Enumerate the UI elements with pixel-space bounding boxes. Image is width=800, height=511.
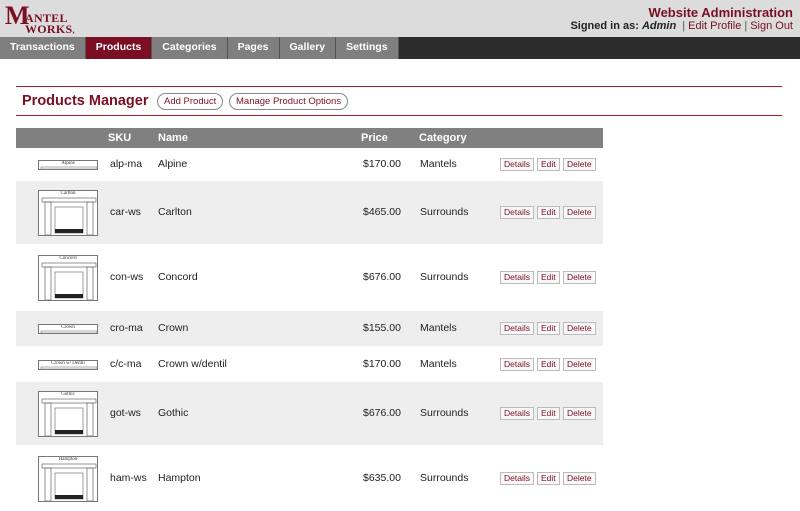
sign-out-link[interactable]: Sign Out [750, 20, 793, 32]
product-category: Surrounds [420, 472, 469, 484]
tab-settings[interactable]: Settings [336, 37, 399, 59]
site-admin-title: Website Administration [648, 5, 793, 20]
product-name: Carlton [158, 206, 192, 218]
mantel-shelf-drawing [40, 366, 97, 369]
separator: | [682, 20, 686, 32]
table-row: Hampton ham-ws Hampton $635.00 Surrounds Deta… [16, 447, 603, 511]
product-sku: ham-ws [110, 472, 147, 484]
product-category: Surrounds [420, 206, 469, 218]
delete-button[interactable]: Delete [563, 358, 596, 371]
product-name: Crown [158, 322, 189, 334]
delete-button[interactable]: Delete [563, 407, 596, 420]
fireplace-drawing [41, 398, 97, 436]
product-price: $676.00 [363, 271, 401, 283]
user-bar: Signed in as: Admin | Edit Profile | Sign O… [570, 20, 793, 32]
company-logo[interactable]: M ANTEL WORKS, L.L.C. [5, 3, 85, 50]
delete-button[interactable]: Delete [563, 472, 596, 485]
product-thumbnail[interactable]: Carlton [38, 190, 98, 236]
product-sku: alp-ma [110, 158, 143, 170]
details-button[interactable]: Details [500, 322, 534, 335]
column-header-name[interactable]: Name [158, 128, 188, 148]
table-row: Alpine alp-ma Alpine $170.00 Mantels Details E… [16, 149, 603, 180]
product-thumbnail[interactable]: Hampton [38, 456, 98, 502]
tab-products[interactable]: Products [85, 37, 153, 59]
fireplace-drawing [41, 463, 97, 501]
product-thumbnail[interactable]: Alpine [38, 160, 98, 170]
mantel-shelf-drawing [40, 330, 97, 333]
main-nav: Transactions Products Categories Pages G… [0, 37, 800, 59]
product-name: Hampton [158, 472, 201, 484]
product-name: Concord [158, 271, 198, 283]
top-header: M ANTEL WORKS, L.L.C. Website Administra… [0, 0, 800, 50]
tab-pages[interactable]: Pages [227, 37, 280, 59]
add-product-button[interactable]: Add Product [157, 93, 224, 110]
table-header: SKU Name Price Category [16, 128, 603, 148]
product-sku: cro-ma [110, 322, 143, 334]
product-name: Crown w/dentil [158, 358, 227, 370]
fireplace-drawing [41, 197, 97, 235]
product-sku: car-ws [110, 206, 141, 218]
edit-button[interactable]: Edit [537, 358, 560, 371]
product-category: Mantels [420, 158, 457, 170]
product-sku: c/c-ma [110, 358, 142, 370]
separator: | [744, 20, 748, 32]
product-category: Surrounds [420, 271, 469, 283]
edit-button[interactable]: Edit [537, 407, 560, 420]
table-row: Gothic got-ws Gothic $676.00 Surrounds Detail… [16, 382, 603, 446]
signed-in-label: Signed in as: [570, 20, 639, 32]
product-price: $635.00 [363, 472, 401, 484]
table-row: Crown cro-ma Crown $155.00 Mantels Details Edi… [16, 311, 603, 347]
product-price: $170.00 [363, 158, 401, 170]
delete-button[interactable]: Delete [563, 271, 596, 284]
details-button[interactable]: Details [500, 206, 534, 219]
page-title: Products Manager [22, 93, 149, 109]
edit-button[interactable]: Edit [537, 472, 560, 485]
details-button[interactable]: Details [500, 158, 534, 171]
product-sku: got-ws [110, 407, 141, 419]
product-category: Mantels [420, 358, 457, 370]
manage-product-options-button[interactable]: Manage Product Options [229, 93, 349, 110]
edit-button[interactable]: Edit [537, 271, 560, 284]
table-row: Concord con-ws Concord $676.00 Surrounds Deta… [16, 246, 603, 310]
column-header-price[interactable]: Price [361, 128, 388, 148]
product-price: $170.00 [363, 358, 401, 370]
product-category: Surrounds [420, 407, 469, 419]
details-button[interactable]: Details [500, 271, 534, 284]
divider [16, 86, 782, 87]
product-price: $155.00 [363, 322, 401, 334]
fireplace-drawing [41, 262, 97, 300]
product-price: $465.00 [363, 206, 401, 218]
product-name: Gothic [158, 407, 189, 419]
edit-button[interactable]: Edit [537, 206, 560, 219]
details-button[interactable]: Details [500, 472, 534, 485]
product-thumbnail[interactable]: Crown w/ Dentil [38, 360, 98, 370]
divider [16, 115, 782, 116]
tab-transactions[interactable]: Transactions [0, 37, 86, 59]
details-button[interactable]: Details [500, 407, 534, 420]
product-sku: con-ws [110, 271, 144, 283]
username: Admin [641, 20, 677, 32]
product-name: Alpine [158, 158, 188, 170]
table-row: Crown w/ Dentil c/c-ma Crown w/dentil $170.… [16, 348, 603, 381]
table-row: Carlton car-ws Carlton $465.00 Surrounds Deta… [16, 181, 603, 245]
product-thumbnail[interactable]: Concord [38, 255, 98, 301]
edit-button[interactable]: Edit [537, 158, 560, 171]
tab-categories[interactable]: Categories [152, 37, 228, 59]
product-thumbnail[interactable]: Crown [38, 324, 98, 334]
product-category: Mantels [420, 322, 457, 334]
column-header-sku[interactable]: SKU [108, 128, 131, 148]
tab-gallery[interactable]: Gallery [279, 37, 337, 59]
details-button[interactable]: Details [500, 358, 534, 371]
edit-button[interactable]: Edit [537, 322, 560, 335]
edit-profile-link[interactable]: Edit Profile [688, 20, 741, 32]
delete-button[interactable]: Delete [563, 206, 596, 219]
column-header-category[interactable]: Category [419, 128, 467, 148]
product-price: $676.00 [363, 407, 401, 419]
delete-button[interactable]: Delete [563, 322, 596, 335]
delete-button[interactable]: Delete [563, 158, 596, 171]
product-thumbnail[interactable]: Gothic [38, 391, 98, 437]
mantel-shelf-drawing [40, 166, 97, 169]
